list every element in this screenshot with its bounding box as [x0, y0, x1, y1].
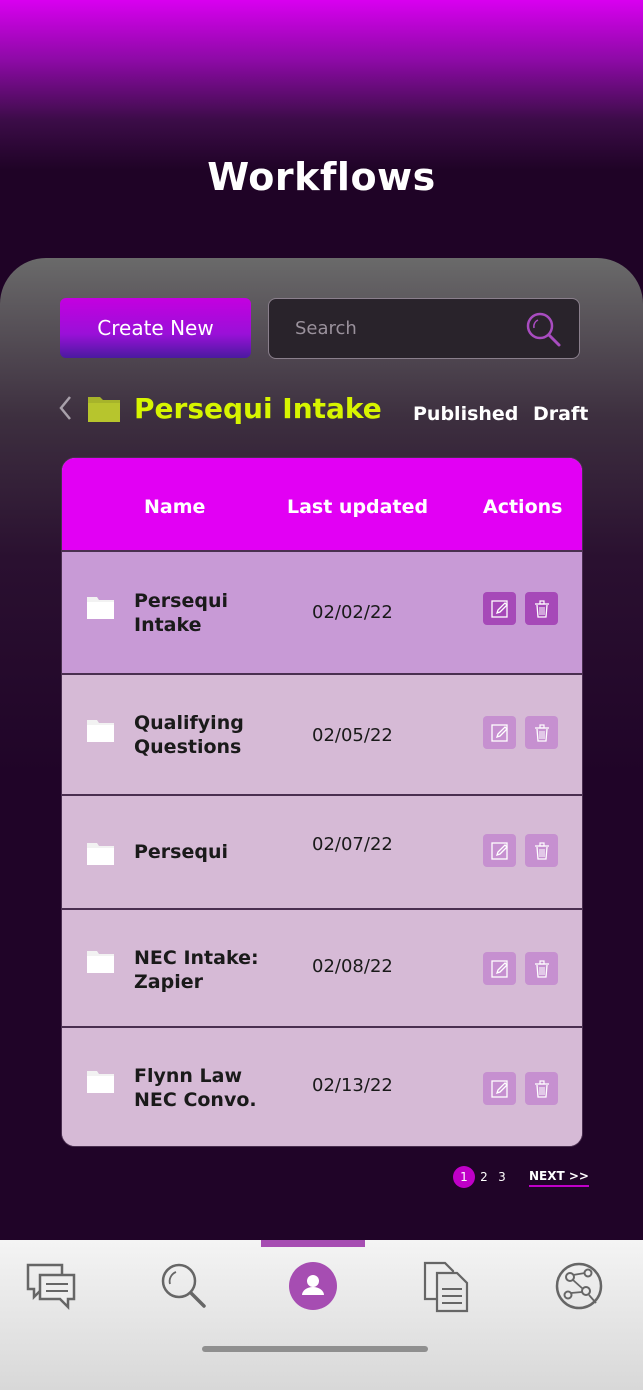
home-indicator: [202, 1346, 428, 1352]
search-icon: [161, 1263, 206, 1308]
folder-icon: [87, 597, 114, 619]
folder-icon: [87, 720, 114, 742]
nav-profile[interactable]: [285, 1258, 341, 1314]
edit-button[interactable]: [483, 1072, 516, 1105]
trash-icon: [534, 1079, 549, 1098]
folder-icon: [87, 951, 114, 973]
row-date: 02/13/22: [312, 1075, 393, 1096]
trash-icon: [534, 841, 549, 860]
chat-icon: [26, 1263, 76, 1311]
row-date: 02/08/22: [312, 956, 393, 977]
active-tab-indicator: [261, 1240, 365, 1247]
edit-button[interactable]: [483, 834, 516, 867]
page-title: Workflows: [207, 155, 436, 199]
table-row[interactable]: Qualifying Questions 02/05/22: [62, 675, 582, 796]
row-date: 02/05/22: [312, 725, 393, 746]
create-new-button[interactable]: Create New: [60, 298, 251, 358]
row-name: Qualifying Questions: [134, 712, 244, 758]
edit-button[interactable]: [483, 592, 516, 625]
tab-draft[interactable]: Draft: [533, 403, 588, 425]
search-input[interactable]: [295, 318, 523, 339]
edit-icon: [490, 841, 508, 860]
folder-title: Persequi Intake: [134, 392, 382, 425]
search-box[interactable]: [268, 298, 580, 359]
trash-icon: [534, 599, 549, 618]
row-name: NEC Intake: Zapier: [134, 947, 259, 993]
folder-icon: [87, 1071, 114, 1093]
pagination: 1 2 3: [453, 1166, 511, 1188]
trash-icon: [534, 723, 549, 742]
row-name: Flynn Law NEC Convo.: [134, 1065, 257, 1111]
column-last-updated[interactable]: Last updated: [287, 496, 428, 518]
page-3-button[interactable]: 3: [493, 1170, 511, 1184]
search-icon[interactable]: [523, 309, 563, 349]
bottom-nav: [0, 1240, 643, 1390]
profile-icon: [289, 1262, 337, 1310]
nav-documents[interactable]: [418, 1258, 474, 1314]
workflows-table: Name Last updated Actions Persequi Intak…: [61, 457, 583, 1147]
column-name[interactable]: Name: [144, 496, 205, 518]
delete-button[interactable]: [525, 716, 558, 749]
edit-icon: [490, 599, 508, 618]
back-chevron-icon[interactable]: [56, 394, 76, 422]
edit-icon: [490, 723, 508, 742]
edit-icon: [490, 1079, 508, 1098]
tab-published[interactable]: Published: [413, 403, 518, 425]
folder-icon: [88, 397, 120, 422]
row-date: 02/02/22: [312, 602, 393, 623]
delete-button[interactable]: [525, 952, 558, 985]
table-row[interactable]: Persequi 02/07/22: [62, 796, 582, 910]
table-row[interactable]: NEC Intake: Zapier 02/08/22: [62, 910, 582, 1028]
page-2-button[interactable]: 2: [475, 1170, 493, 1184]
page-1-button[interactable]: 1: [453, 1166, 475, 1188]
edit-button[interactable]: [483, 716, 516, 749]
documents-icon: [423, 1261, 469, 1313]
delete-button[interactable]: [525, 592, 558, 625]
row-name: Persequi Intake: [134, 590, 229, 636]
table-header: Name Last updated Actions: [62, 458, 582, 552]
table-row[interactable]: Flynn Law NEC Convo. 02/13/22: [62, 1028, 582, 1146]
delete-button[interactable]: [525, 834, 558, 867]
trash-icon: [534, 959, 549, 978]
row-date: 02/07/22: [312, 834, 393, 855]
column-actions: Actions: [483, 496, 563, 518]
nav-chat[interactable]: [23, 1258, 79, 1314]
nav-search[interactable]: [155, 1258, 211, 1314]
next-page-link[interactable]: NEXT >>: [529, 1169, 589, 1187]
delete-button[interactable]: [525, 1072, 558, 1105]
edit-icon: [490, 959, 508, 978]
row-name: Persequi: [134, 841, 229, 863]
nav-network[interactable]: [551, 1258, 607, 1314]
table-row[interactable]: Persequi Intake 02/02/22: [62, 552, 582, 675]
edit-button[interactable]: [483, 952, 516, 985]
network-icon: [555, 1262, 603, 1310]
folder-icon: [87, 843, 114, 865]
